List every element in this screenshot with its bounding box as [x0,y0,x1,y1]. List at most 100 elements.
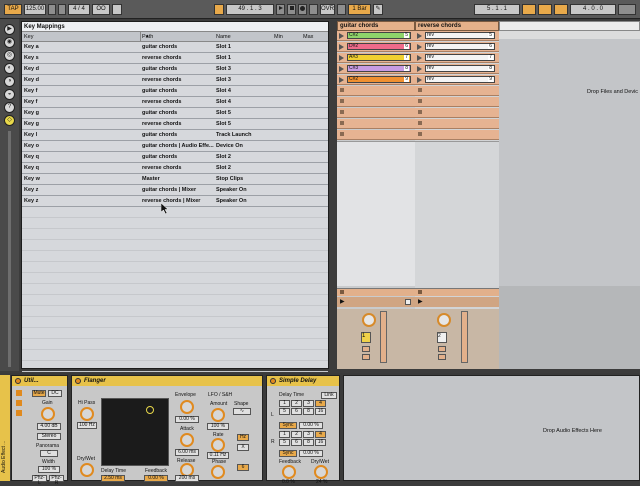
x-button[interactable]: X [237,444,249,451]
beat-division-button[interactable]: 6 [291,439,302,446]
slot-stop-icon[interactable] [418,88,422,92]
device-icon[interactable] [16,410,22,416]
slot-stop-icon[interactable] [340,88,344,92]
track-header-reverse-chords[interactable]: reverse chords [415,21,499,31]
clip-play-icon[interactable] [417,44,422,50]
hz-button[interactable]: Hz [237,434,249,441]
loop-arm-button[interactable] [309,4,318,15]
file-browser-1-icon[interactable]: ◐ [4,63,15,74]
attack-knob[interactable] [180,433,194,447]
sync-button-right[interactable]: Sync [279,450,297,457]
volume-fader[interactable] [461,311,468,363]
beat-division-button[interactable]: 3 [303,400,314,407]
beat-division-button[interactable]: 4 [315,431,326,438]
nudge-up-button[interactable] [58,4,66,15]
table-row[interactable]: Key q guitar chords Slot 2 [22,152,328,163]
tap-tempo-button[interactable]: TAP [4,4,22,15]
track-activator-2[interactable]: 2 [437,332,447,343]
width-value[interactable]: 100 % [38,466,60,473]
song-position-field[interactable]: 49 . 1 . 3 [226,4,274,15]
xy-pad[interactable] [101,398,169,466]
clip[interactable]: C#3 8 [347,65,411,72]
stereo-mode[interactable]: Stereo [37,433,61,440]
device-on-icon[interactable] [270,378,276,384]
clip-play-icon[interactable] [417,66,422,72]
table-row[interactable]: Key d guitar chords Slot 3 [22,64,328,75]
slot-stop-icon[interactable] [340,110,344,114]
automation-button[interactable] [337,4,346,15]
loop-length-field[interactable]: 4 . 0 . 0 [570,4,616,15]
offset-right[interactable]: 0.00 % [299,450,323,457]
menu-dropdown[interactable] [112,4,122,15]
clip[interactable]: rev 5 [425,32,495,39]
clip-slot[interactable]: D#2 6 [337,42,415,52]
pan-knob[interactable] [362,313,376,327]
clip-slot[interactable] [337,86,415,96]
clip[interactable]: D#2 6 [347,43,411,50]
table-row[interactable]: Key d reverse chords Slot 3 [22,75,328,86]
punch-in-button[interactable] [522,4,536,15]
column-max[interactable]: Max [303,32,313,42]
clip-slot[interactable] [337,130,415,140]
beat-division-button[interactable]: 2 [291,431,302,438]
column-key[interactable]: Key [24,32,33,42]
device-browser-icon[interactable]: ◉ [4,37,15,48]
clip[interactable]: C#2 5 [347,32,411,39]
table-row[interactable]: Key a guitar chords Slot 1 [22,42,328,53]
clip-play-icon[interactable] [339,55,344,61]
table-row[interactable]: Key g guitar chords Slot 5 [22,108,328,119]
help-icon[interactable]: ? [4,102,15,113]
beat-division-button[interactable]: 4 [315,400,326,407]
clip-play-icon[interactable] [417,77,422,83]
clip-slot[interactable] [415,86,499,96]
link-button[interactable]: Link [321,392,337,399]
key-map-icon[interactable]: ◇ [4,115,15,126]
beat-division-button[interactable]: 3 [303,431,314,438]
beat-division-button[interactable]: 5 [279,408,290,415]
track-header-guitar-chords[interactable]: guitar chords [337,21,415,31]
amount-value[interactable]: 100 % [207,423,229,430]
hipass-value[interactable]: 100 Hz [77,422,97,429]
clip-slot[interactable] [415,108,499,118]
rate-value[interactable]: 0.11 Hz [207,452,229,459]
record-button[interactable] [298,4,307,15]
sync-button-left[interactable]: Sync [279,422,297,429]
clip-slot[interactable]: A#3 7 [337,53,415,63]
table-row[interactable]: Key g reverse chords Slot 5 [22,119,328,130]
clip-play-icon[interactable] [339,33,344,39]
table-row[interactable]: Key o guitar chords | Audio Effe... Device… [22,141,328,152]
loop-start-field[interactable]: 5 . 1 . 1 [474,4,520,15]
volume-fader[interactable] [380,311,387,363]
metronome-button[interactable]: OO [92,4,110,15]
clip-slot[interactable] [415,119,499,129]
nav-scrollbar[interactable] [8,131,11,367]
slot-stop-icon[interactable] [418,110,422,114]
beat-division-button[interactable]: 6 [291,408,302,415]
clip-slot[interactable] [337,108,415,118]
column-min[interactable]: Min [274,32,283,42]
clip-slot[interactable]: C#2 5 [337,31,415,41]
delay-feedback-knob[interactable] [282,465,296,479]
beat-division-button[interactable]: 5 [279,439,290,446]
loop-switch-button[interactable] [538,4,552,15]
shape-selector[interactable]: ∿ [233,408,251,415]
table-row[interactable]: Key l guitar chords Track Launch [22,130,328,141]
beat-division-button[interactable]: 8 [303,408,314,415]
drop-zone[interactable] [499,39,640,286]
attack-value[interactable]: 6.00 ms [175,449,199,456]
mute-button[interactable]: Mute [32,390,46,397]
clip[interactable]: rev 7 [425,54,495,61]
table-row[interactable]: Key q reverse chords Slot 2 [22,163,328,174]
stop-clip-icon[interactable] [340,290,344,294]
solo-button[interactable] [362,346,370,352]
clip-play-icon[interactable] [339,77,344,83]
hipass-knob[interactable] [80,407,94,421]
arm-button[interactable] [438,354,446,360]
clip-slot[interactable]: C#3 8 [337,64,415,74]
column-name[interactable]: Name [216,32,231,42]
table-row[interactable]: Key f reverse chords Slot 4 [22,97,328,108]
clip-play-icon[interactable] [339,66,344,72]
clip-play-icon[interactable] [339,44,344,50]
device-icon[interactable] [16,400,22,406]
device-on-icon[interactable] [75,378,81,384]
